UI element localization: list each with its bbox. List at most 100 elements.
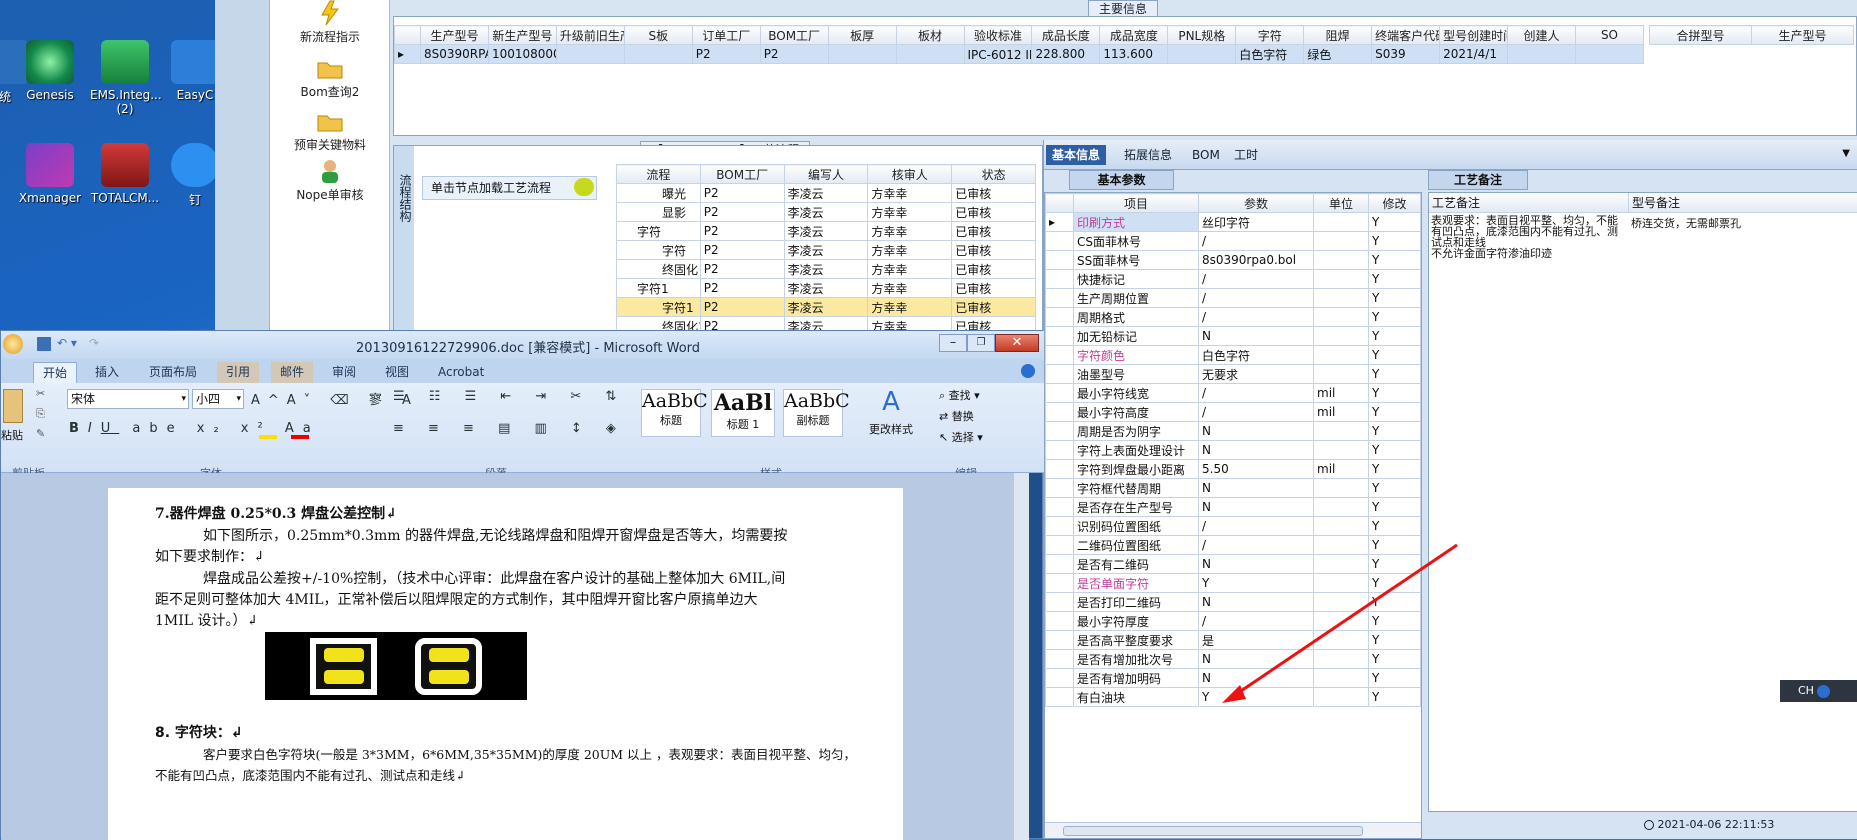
param-row[interactable]: 是否高平整度要求是 Y bbox=[1045, 630, 1421, 650]
flow-cell[interactable]: 已审核 bbox=[951, 202, 1036, 222]
flow-cell[interactable]: 已审核 bbox=[951, 183, 1036, 203]
param-value[interactable]: N bbox=[1198, 592, 1314, 612]
param-value[interactable]: / bbox=[1198, 611, 1314, 631]
flow-cell[interactable]: P2 bbox=[699, 202, 785, 222]
redo-icon[interactable]: ↷ bbox=[89, 336, 99, 350]
param-value[interactable]: N bbox=[1198, 326, 1314, 346]
param-row[interactable]: 字符框代替周期 N Y bbox=[1045, 478, 1421, 498]
save-icon[interactable] bbox=[37, 337, 51, 351]
param-value[interactable]: / bbox=[1198, 307, 1314, 327]
flow-cell[interactable]: 字符 bbox=[616, 240, 701, 260]
param-value[interactable]: / bbox=[1198, 383, 1314, 403]
row-selector[interactable] bbox=[1045, 478, 1074, 498]
main-cell[interactable]: P2 bbox=[691, 44, 761, 64]
row-selector[interactable] bbox=[1045, 440, 1074, 460]
close-button[interactable]: ✕ bbox=[995, 334, 1039, 352]
param-row[interactable]: 是否有增加批次号 N Y bbox=[1045, 649, 1421, 669]
minimize-button[interactable]: – bbox=[939, 334, 967, 352]
param-value[interactable]: N bbox=[1198, 668, 1314, 688]
param-row[interactable]: SS面菲林号 8s0390rpa0.bol Y bbox=[1045, 250, 1421, 270]
style-heading1[interactable]: AaBl 标题 1 bbox=[711, 389, 775, 437]
prereview-tool[interactable]: 预审关键物料 bbox=[270, 108, 390, 153]
main-cell[interactable] bbox=[1167, 44, 1237, 64]
main-cell[interactable]: 228.800 bbox=[1031, 44, 1101, 64]
param-row[interactable]: 是否单面字符 Y Y bbox=[1045, 573, 1421, 593]
param-row[interactable]: 是否打印二维码 N Y bbox=[1045, 592, 1421, 612]
flow-cell[interactable]: P2 bbox=[699, 297, 785, 317]
flow-cell[interactable]: 已审核 bbox=[951, 278, 1036, 298]
main-cell[interactable] bbox=[1574, 44, 1645, 64]
param-value[interactable]: N bbox=[1198, 554, 1314, 574]
param-value[interactable]: / bbox=[1198, 402, 1314, 422]
row-selector[interactable] bbox=[1045, 611, 1074, 631]
param-value[interactable]: Y bbox=[1198, 687, 1314, 707]
row-selector[interactable] bbox=[1045, 592, 1074, 612]
flow-cell[interactable]: 李凌云 bbox=[783, 221, 869, 241]
param-value[interactable]: / bbox=[1198, 535, 1314, 555]
param-value[interactable]: 5.50 bbox=[1198, 459, 1314, 479]
flow-cell[interactable]: 字符1 bbox=[616, 278, 701, 298]
main-cell[interactable]: 绿色 bbox=[1303, 44, 1373, 64]
font-size-select[interactable]: 小四 ▾ bbox=[192, 389, 244, 409]
row-selector[interactable] bbox=[1045, 459, 1074, 479]
genesis-icon[interactable]: Genesis bbox=[15, 40, 85, 102]
main-cell[interactable] bbox=[1507, 44, 1576, 64]
highlight-icon[interactable] bbox=[259, 421, 277, 439]
font-color-icon[interactable] bbox=[291, 421, 309, 439]
param-value[interactable]: / bbox=[1198, 288, 1314, 308]
tab-basic-params[interactable]: 基本参数 bbox=[1069, 170, 1174, 190]
row-selector[interactable] bbox=[1045, 345, 1074, 365]
cut-icon[interactable]: ✂ bbox=[36, 387, 45, 400]
row-selector[interactable]: ▸ bbox=[394, 44, 421, 64]
param-row[interactable]: CS面菲林号 / Y bbox=[1045, 231, 1421, 251]
flow-cell[interactable]: 方幸幸 bbox=[867, 278, 953, 298]
row-selector[interactable] bbox=[1045, 554, 1074, 574]
main-col-header[interactable]: 升级前旧生产型号 bbox=[555, 25, 625, 45]
param-row[interactable]: 生产周期位置 / Y bbox=[1045, 288, 1421, 308]
main-cell[interactable] bbox=[555, 44, 625, 64]
param-value[interactable]: N bbox=[1198, 649, 1314, 669]
tab-basic-info[interactable]: 基本信息 bbox=[1046, 145, 1107, 165]
param-row[interactable]: ▸ 印刷方式 丝印字符 Y bbox=[1045, 212, 1421, 232]
flow-cell[interactable]: 已审核 bbox=[951, 297, 1036, 317]
row-selector[interactable] bbox=[1045, 326, 1074, 346]
main-cell[interactable]: 8S0390RPA0 bbox=[420, 44, 489, 64]
flow-cell[interactable]: 字符1 bbox=[616, 297, 701, 317]
row-selector[interactable] bbox=[1045, 649, 1074, 669]
ems-icon[interactable]: EMS.Integ... (2) bbox=[90, 40, 162, 116]
flow-row[interactable]: 终固化 P2 李凌云 方幸幸 已审核 bbox=[616, 259, 1036, 279]
tab-layout[interactable]: 页面布局 bbox=[140, 362, 206, 383]
main-col-header[interactable]: 新生产型号 bbox=[487, 25, 557, 45]
paste-button[interactable]: 粘贴 bbox=[1, 427, 23, 443]
param-row[interactable]: 周期是否为阴字 N Y bbox=[1045, 421, 1421, 441]
main-cell[interactable]: 10010800058122 bbox=[487, 44, 557, 64]
row-selector[interactable] bbox=[1045, 687, 1074, 707]
paragraph-align-tools[interactable]: ≡ ≡ ≡ ▤ ▥ ↕ ◈ ▦ bbox=[393, 421, 662, 436]
flow-row[interactable]: 显影 P2 李凌云 方幸幸 已审核 bbox=[616, 202, 1036, 222]
param-row[interactable]: 是否有增加明码 N Y bbox=[1045, 668, 1421, 688]
flow-cell[interactable]: P2 bbox=[699, 240, 785, 260]
row-selector[interactable] bbox=[1045, 668, 1074, 688]
flow-cell[interactable]: P2 bbox=[699, 259, 785, 279]
main-col-header[interactable]: 板厚 bbox=[827, 25, 897, 45]
param-row[interactable]: 最小字符厚度 / Y bbox=[1045, 611, 1421, 631]
select-button[interactable]: ↖ 选择 ▾ bbox=[939, 429, 983, 445]
row-selector[interactable] bbox=[1045, 516, 1074, 536]
flow-cell[interactable]: 李凌云 bbox=[783, 278, 869, 298]
flow-cell[interactable]: 李凌云 bbox=[783, 240, 869, 260]
param-row[interactable]: 是否有二维码 N Y bbox=[1045, 554, 1421, 574]
nope-review-tool[interactable]: Nope单审核 bbox=[270, 158, 390, 203]
param-row[interactable]: 字符到焊盘最小距离 5.50 mil Y bbox=[1045, 459, 1421, 479]
tab-mailings[interactable]: 邮件 bbox=[271, 362, 314, 383]
row-selector[interactable] bbox=[1045, 573, 1074, 593]
main-col-header[interactable]: PNL规格 bbox=[1167, 25, 1237, 45]
param-row[interactable]: 有白油块 Y Y bbox=[1045, 687, 1421, 707]
row-selector[interactable] bbox=[1045, 269, 1074, 289]
flow-cell[interactable]: 方幸幸 bbox=[867, 221, 953, 241]
find-button[interactable]: ⌕ 查找 ▾ bbox=[939, 387, 980, 403]
param-value[interactable]: N bbox=[1198, 440, 1314, 460]
xmanager-icon[interactable]: Xmanager bbox=[15, 143, 85, 205]
param-value[interactable]: N bbox=[1198, 497, 1314, 517]
param-value[interactable]: 白色字符 bbox=[1198, 345, 1314, 365]
row-selector[interactable] bbox=[1045, 250, 1074, 270]
